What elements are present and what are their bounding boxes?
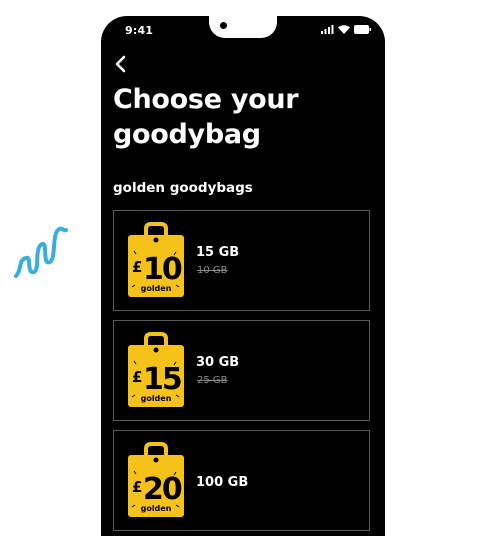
golden-bag-icon: £ 10 golden [128,222,184,297]
bag-price: 20 [143,472,182,507]
phone-screen: 9:41 Choose your goodybag golden goodyba… [101,16,385,536]
old-data-amount: 25 GB [197,375,228,386]
data-amount: 100 GB [196,475,249,490]
bag-tier: golden [141,394,172,403]
wifi-icon [338,25,350,34]
back-chevron-icon[interactable] [111,54,131,74]
goodybag-card-10[interactable]: £ 10 golden 15 GB 10 GB [113,210,370,311]
phone-notch [209,16,277,38]
decorative-scribble [14,226,68,278]
signal-icon [321,25,334,34]
golden-bag-icon: £ 15 golden [128,332,184,407]
golden-bag-icon: £ 20 golden [128,442,184,517]
bag-currency: £ [132,478,142,496]
battery-icon [354,25,371,34]
camera-dot [220,22,227,29]
page-title: Choose your goodybag [113,82,299,152]
title-line-2: goodybag [113,119,261,150]
data-amount: 30 GB [196,355,240,370]
section-heading: golden goodybags [113,180,253,196]
bag-currency: £ [132,368,142,386]
data-amount: 15 GB [196,245,240,260]
bag-currency: £ [132,258,142,276]
status-icons [321,25,371,34]
title-line-1: Choose your [113,84,299,115]
bag-price: 15 [143,362,181,397]
bag-tier: golden [141,284,172,293]
old-data-amount: 10 GB [197,265,228,276]
goodybag-card-15[interactable]: £ 15 golden 30 GB 25 GB [113,320,370,421]
goodybag-card-20[interactable]: £ 20 golden 100 GB [113,430,370,531]
status-time: 9:41 [125,24,154,37]
bag-price: 10 [143,252,182,287]
